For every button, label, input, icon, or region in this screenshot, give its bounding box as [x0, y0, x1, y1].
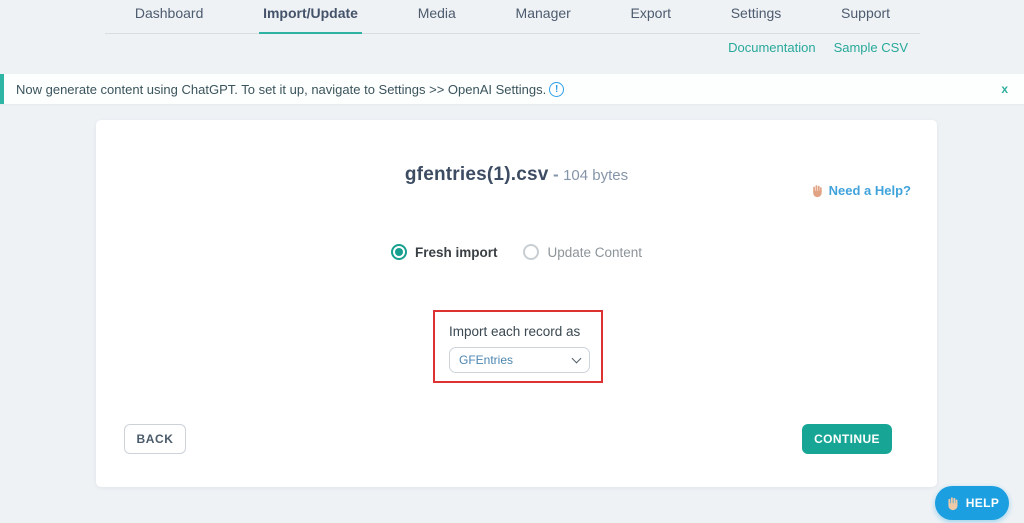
top-navigation: Dashboard Import/Update Media Manager Ex…	[105, 0, 920, 34]
tab-support[interactable]: Support	[837, 0, 894, 34]
tab-export[interactable]: Export	[627, 0, 675, 34]
radio-fresh-import-label: Fresh import	[415, 245, 498, 260]
help-fab-label: HELP	[966, 496, 1000, 510]
banner-close-button[interactable]: x	[997, 80, 1012, 98]
documentation-link[interactable]: Documentation	[728, 40, 815, 55]
tab-media[interactable]: Media	[414, 0, 460, 34]
back-button[interactable]: BACK	[124, 424, 186, 454]
radio-unselected-icon	[523, 244, 539, 260]
file-size: 104 bytes	[563, 167, 628, 184]
hand-icon	[945, 496, 960, 511]
secondary-links: Documentation Sample CSV	[728, 40, 908, 55]
hand-icon	[810, 184, 824, 198]
import-step-card: gfentries(1).csv - 104 bytes Need a Help…	[96, 120, 937, 487]
radio-selected-icon	[391, 244, 407, 260]
dropdown-selected-value: GFEntries	[459, 353, 573, 367]
radio-update-content-label: Update Content	[547, 245, 642, 260]
chevron-down-icon	[572, 354, 582, 364]
need-help-link[interactable]: Need a Help?	[810, 183, 911, 198]
info-icon[interactable]: !	[549, 82, 564, 97]
file-title: gfentries(1).csv - 104 bytes	[96, 120, 937, 186]
nav-tabs: Dashboard Import/Update Media Manager Ex…	[105, 0, 920, 34]
import-mode-options: Fresh import Update Content	[96, 244, 937, 260]
sample-csv-link[interactable]: Sample CSV	[834, 40, 908, 55]
import-record-label: Import each record as	[449, 324, 587, 339]
help-fab-button[interactable]: HELP	[935, 486, 1009, 520]
radio-update-content[interactable]: Update Content	[523, 244, 642, 260]
tab-import-update[interactable]: Import/Update	[259, 0, 362, 34]
tab-settings[interactable]: Settings	[727, 0, 786, 34]
file-name: gfentries(1).csv	[405, 164, 549, 185]
banner-text: Now generate content using ChatGPT. To s…	[16, 82, 546, 97]
radio-fresh-import[interactable]: Fresh import	[391, 244, 498, 260]
annotation-highlight-box: Import each record as GFEntries	[433, 310, 603, 383]
tab-dashboard[interactable]: Dashboard	[131, 0, 208, 34]
continue-button[interactable]: CONTINUE	[802, 424, 892, 454]
chatgpt-notice-banner: Now generate content using ChatGPT. To s…	[0, 74, 1024, 104]
need-help-label: Need a Help?	[829, 183, 911, 198]
title-separator: -	[553, 165, 559, 184]
record-type-dropdown[interactable]: GFEntries	[449, 347, 590, 373]
tab-manager[interactable]: Manager	[512, 0, 575, 34]
